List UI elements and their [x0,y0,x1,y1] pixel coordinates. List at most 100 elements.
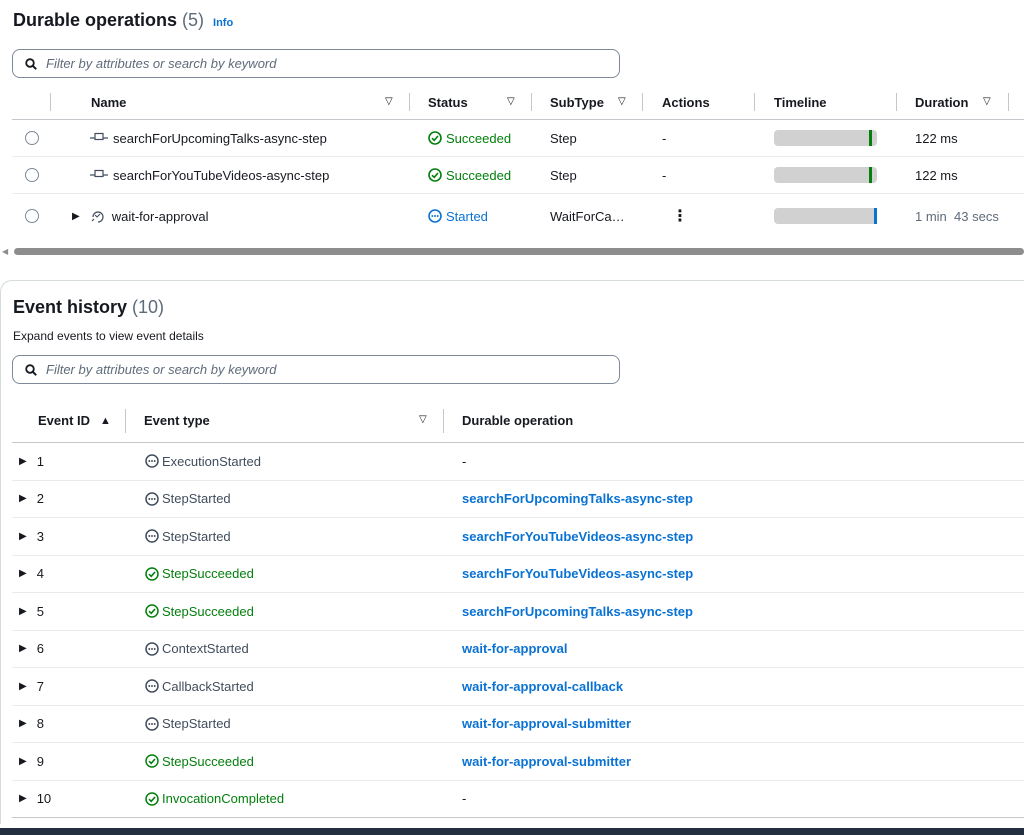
panel-divider [0,262,1024,280]
operations-search-box[interactable] [12,49,620,78]
event-id: 5 [36,603,44,619]
event-id-cell[interactable]: ▶ 5 [19,593,44,630]
event-id-cell[interactable]: ▶ 3 [19,518,44,555]
column-separator [531,93,532,111]
event-type-cell: StepStarted [145,481,231,518]
event-history-panel: Event history (10) Expand events to view… [0,280,1024,824]
timeline-bar [774,130,877,146]
event-id-cell[interactable]: ▶ 8 [19,706,44,743]
events-search-input[interactable] [46,362,606,377]
event-id: 3 [36,528,44,544]
event-id-cell[interactable]: ▶ 9 [19,743,44,780]
event-id: 4 [36,566,44,582]
expand-caret-icon[interactable]: ▶ [72,211,80,222]
expand-caret-icon[interactable]: ▶ [19,493,27,504]
pending-icon [145,717,159,731]
more-actions-icon[interactable]: ⋮ [672,194,688,238]
event-row[interactable]: ▶ 9 StepSucceeded wait-for-approval-submitt… [12,743,1024,781]
event-id: 2 [36,491,44,507]
event-row[interactable]: ▶ 8 StepStarted wait-for-approval-submitter [12,706,1024,743]
column-header-status[interactable]: Status [428,84,468,120]
scrollbar-thumb[interactable] [14,248,1024,255]
event-row[interactable]: ▶ 7 CallbackStarted wait-for-approval-callb… [12,668,1024,706]
status-text: Succeeded [446,167,512,183]
expand-caret-icon[interactable]: ▶ [19,606,27,617]
column-header-name[interactable]: Name [91,84,126,120]
event-type-cell: CallbackStarted [145,668,254,705]
column-header-duration[interactable]: Duration [915,84,968,120]
column-separator [1008,93,1009,111]
row-select-radio[interactable] [25,209,39,223]
event-row[interactable]: ▶ 10 InvocationCompleted - [12,781,1024,818]
expand-caret-icon[interactable]: ▶ [19,756,27,767]
row-select-radio[interactable] [25,168,39,182]
event-row[interactable]: ▶ 3 StepStarted searchForYouTubeVideos-asyn… [12,518,1024,556]
event-history-description: Expand events to view event details [13,329,204,343]
event-id-cell[interactable]: ▶ 2 [19,481,44,518]
scroll-left-icon[interactable]: ◀ [2,247,8,256]
horizontal-scrollbar[interactable]: ◀ [0,247,1024,256]
pending-icon [145,454,159,468]
event-id-cell[interactable]: ▶ 6 [19,631,44,668]
durable-operation-link[interactable]: wait-for-approval-submitter [462,743,631,780]
event-id-cell[interactable]: ▶ 1 [19,443,44,480]
event-id-cell[interactable]: ▶ 7 [19,668,44,705]
durable-operation-link[interactable]: wait-for-approval-submitter [462,706,631,743]
subtype-text: Step [550,130,577,146]
info-link[interactable]: Info [213,17,233,29]
event-id-cell[interactable]: ▶ 10 [19,781,51,818]
event-type-filter-icon[interactable]: ▽ [419,414,427,425]
durable-operation-link[interactable]: searchForYouTubeVideos-async-step [462,556,693,593]
name-filter-icon[interactable]: ▽ [385,96,393,107]
expand-caret-icon[interactable]: ▶ [19,531,27,542]
event-row[interactable]: ▶ 2 StepStarted searchForUpcomingTalks-asyn… [12,481,1024,518]
durable-operations-count: (5) [182,10,205,30]
duration-text: 122 ms [915,167,958,183]
table-header: Name ▽ Status ▽ SubType ▽ Actions Timeli… [12,84,1024,120]
expand-caret-icon[interactable]: ▶ [19,568,27,579]
row-select-radio[interactable] [25,131,39,145]
success-icon [145,754,159,768]
success-icon [145,792,159,806]
event-row[interactable]: ▶ 4 StepSucceeded searchForYouTubeVideos-as… [12,556,1024,593]
event-id: 7 [36,678,44,694]
column-header-subtype[interactable]: SubType [550,84,604,120]
timeline-marker [874,208,877,224]
durable-operation-link[interactable]: searchForUpcomingTalks-async-step [462,593,693,630]
table-row[interactable]: ▶ wait-for-approval Started WaitForCa… ⋮… [12,194,1024,238]
column-separator [409,93,410,111]
column-header-event-type[interactable]: Event type [144,398,210,443]
expand-caret-icon[interactable]: ▶ [19,793,27,804]
column-separator [896,93,897,111]
expand-caret-icon[interactable]: ▶ [19,643,27,654]
event-type-cell: StepSucceeded [145,743,254,780]
column-separator [50,93,51,111]
event-type: StepStarted [162,491,231,507]
expand-caret-icon[interactable]: ▶ [19,456,27,467]
success-icon [145,604,159,618]
event-row[interactable]: ▶ 5 StepSucceeded searchForUpcomingTalks-as… [12,593,1024,631]
events-search-box[interactable] [12,355,620,384]
duration-text: 1 min 43 secs [915,208,999,224]
durable-operation-link[interactable]: wait-for-approval-callback [462,668,623,705]
column-header-event-id[interactable]: Event ID ▲ [38,398,111,443]
event-row[interactable]: ▶ 6 ContextStarted wait-for-approval [12,631,1024,668]
event-row[interactable]: ▶ 1 ExecutionStarted - [12,443,1024,481]
duration-filter-icon[interactable]: ▽ [983,96,991,107]
expand-caret-icon[interactable]: ▶ [19,681,27,692]
expand-caret-icon[interactable]: ▶ [19,718,27,729]
durable-operation-link[interactable]: searchForYouTubeVideos-async-step [462,518,693,555]
table-row[interactable]: searchForUpcomingTalks-async-step Succee… [12,120,1024,157]
status-filter-icon[interactable]: ▽ [507,96,515,107]
actions-text: - [662,167,667,183]
success-icon [428,168,442,182]
operations-search-input[interactable] [46,56,606,71]
event-id-cell[interactable]: ▶ 4 [19,556,44,593]
event-history-table: Event ID ▲ Event type ▽ Durable operatio… [12,398,1024,818]
subtype-filter-icon[interactable]: ▽ [618,96,626,107]
sort-ascending-icon[interactable]: ▲ [100,415,111,427]
timeline-marker [869,130,872,146]
table-row[interactable]: searchForYouTubeVideos-async-step Succee… [12,157,1024,194]
durable-operation-link[interactable]: searchForUpcomingTalks-async-step [462,481,693,518]
durable-operation-link[interactable]: wait-for-approval [462,631,567,668]
